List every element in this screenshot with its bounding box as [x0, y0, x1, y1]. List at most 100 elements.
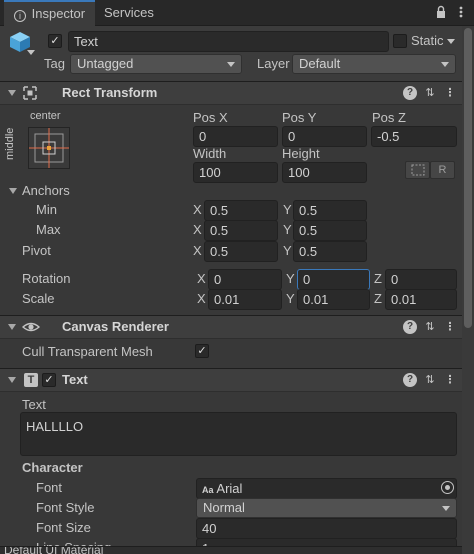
canvas-renderer-title: Canvas Renderer: [62, 319, 169, 334]
pos-z-field[interactable]: -0.5: [371, 126, 457, 147]
tab-inspector-label: Inspector: [31, 6, 86, 21]
tag-value: Untagged: [77, 56, 134, 71]
min-y-field[interactable]: 0.5: [293, 200, 367, 221]
raw-edit-button[interactable]: R: [430, 161, 455, 179]
text-component-icon: T: [24, 373, 38, 387]
pivot-x-field[interactable]: 0.5: [204, 241, 278, 262]
anchor-vertical-label: middle: [4, 127, 16, 160]
anchors-label[interactable]: Anchors: [22, 183, 70, 198]
layer-dropdown[interactable]: Default: [292, 54, 456, 74]
height-field[interactable]: 100: [282, 162, 367, 183]
font-size-label: Font Size: [36, 520, 91, 535]
presets-icon[interactable]: ⇅: [423, 373, 437, 387]
anchor-horizontal-label: center: [30, 110, 61, 122]
scale-label: Scale: [22, 291, 55, 306]
tab-inspector[interactable]: i Inspector: [4, 0, 96, 26]
character-section-label: Character: [22, 460, 83, 475]
blueprint-mode-button[interactable]: [405, 161, 430, 179]
cull-transparent-mesh-checkbox[interactable]: ✓: [195, 344, 209, 358]
text-content-area[interactable]: HALLLLO: [20, 412, 457, 456]
pivot-x-axis-label: X: [193, 243, 202, 258]
tab-services-label: Services: [104, 5, 154, 20]
rotation-label: Rotation: [22, 271, 71, 286]
chevron-down-icon: [442, 506, 450, 511]
context-menu-icon[interactable]: ⋮: [443, 320, 457, 334]
scale-z-axis-label: Z: [374, 291, 382, 306]
lock-icon[interactable]: [434, 5, 448, 19]
chevron-down-icon: [227, 62, 235, 67]
width-label: Width: [193, 146, 227, 161]
font-style-value: Normal: [203, 500, 245, 515]
pivot-y-field[interactable]: 0.5: [293, 241, 367, 262]
foldout-icon[interactable]: [8, 90, 16, 96]
static-label[interactable]: Static: [411, 33, 444, 48]
max-y-field[interactable]: 0.5: [293, 220, 367, 241]
tab-services[interactable]: Services: [94, 0, 164, 26]
object-picker-icon[interactable]: [441, 481, 454, 494]
pos-x-label: Pos X: [193, 110, 228, 125]
chevron-down-icon: [441, 62, 449, 67]
font-style-label: Font Style: [36, 500, 95, 515]
icon-dropdown-arrow-icon[interactable]: [27, 50, 35, 55]
help-icon[interactable]: ?: [403, 320, 417, 334]
font-size-field[interactable]: 40: [196, 518, 457, 539]
font-object-field[interactable]: Aa Arial: [196, 478, 457, 499]
pos-z-label: Pos Z: [372, 110, 406, 125]
font-style-dropdown[interactable]: Normal: [196, 498, 457, 518]
static-checkbox[interactable]: [393, 34, 407, 48]
rotation-y-field[interactable]: 0: [297, 269, 370, 290]
help-icon[interactable]: ?: [403, 373, 417, 387]
font-label: Font: [36, 480, 63, 495]
rect-transform-icon: [22, 85, 38, 101]
min-label: Min: [36, 202, 57, 217]
max-label: Max: [36, 222, 61, 237]
anchors-foldout-icon[interactable]: [9, 188, 17, 194]
rot-y-axis-label: Y: [286, 271, 295, 286]
rot-z-axis-label: Z: [374, 271, 382, 286]
text-component-title: Text: [62, 372, 88, 387]
max-x-axis-label: X: [193, 222, 202, 237]
min-x-field[interactable]: 0.5: [204, 200, 278, 221]
pos-x-field[interactable]: 0: [193, 126, 278, 147]
text-enabled-checkbox[interactable]: ✓: [42, 373, 56, 387]
min-y-axis-label: Y: [283, 202, 292, 217]
cull-transparent-mesh-label: Cull Transparent Mesh: [22, 344, 153, 359]
scale-y-axis-label: Y: [286, 291, 295, 306]
more-menu-icon[interactable]: [454, 5, 468, 19]
height-label: Height: [282, 146, 320, 161]
static-dropdown-icon[interactable]: [447, 39, 455, 44]
rotation-x-field[interactable]: 0: [208, 269, 282, 290]
context-menu-icon[interactable]: ⋮: [443, 373, 457, 387]
scale-x-field[interactable]: 0.01: [208, 289, 282, 310]
tag-label: Tag: [44, 56, 65, 71]
max-y-axis-label: Y: [283, 222, 292, 237]
scale-y-field[interactable]: 0.01: [297, 289, 370, 310]
pivot-y-axis-label: Y: [283, 243, 292, 258]
footer-bar: Default UI Material: [0, 546, 462, 554]
rot-x-axis-label: X: [197, 271, 206, 286]
rotation-z-field[interactable]: 0: [385, 269, 457, 290]
scrollbar-thumb[interactable]: [464, 28, 472, 328]
presets-icon[interactable]: ⇅: [423, 320, 437, 334]
anchor-presets-button[interactable]: [28, 127, 70, 169]
pos-y-label: Pos Y: [282, 110, 317, 125]
context-menu-icon[interactable]: ⋮: [443, 86, 457, 100]
pos-y-field[interactable]: 0: [282, 126, 367, 147]
layer-value: Default: [299, 56, 341, 71]
min-x-axis-label: X: [193, 202, 202, 217]
active-checkbox[interactable]: ✓: [48, 34, 62, 48]
font-value: Arial: [216, 481, 243, 496]
presets-icon[interactable]: ⇅: [423, 86, 437, 100]
tag-dropdown[interactable]: Untagged: [70, 54, 242, 74]
pivot-label: Pivot: [22, 243, 51, 258]
footer-label: Default UI Material: [4, 546, 104, 554]
object-name-input[interactable]: Text: [68, 31, 389, 52]
width-field[interactable]: 100: [193, 162, 278, 183]
scale-z-field[interactable]: 0.01: [385, 289, 457, 310]
eye-icon: [21, 319, 41, 335]
foldout-icon[interactable]: [8, 377, 16, 383]
foldout-icon[interactable]: [8, 324, 16, 330]
help-icon[interactable]: ?: [403, 86, 417, 100]
rect-transform-title: Rect Transform: [62, 85, 158, 100]
max-x-field[interactable]: 0.5: [204, 220, 278, 241]
